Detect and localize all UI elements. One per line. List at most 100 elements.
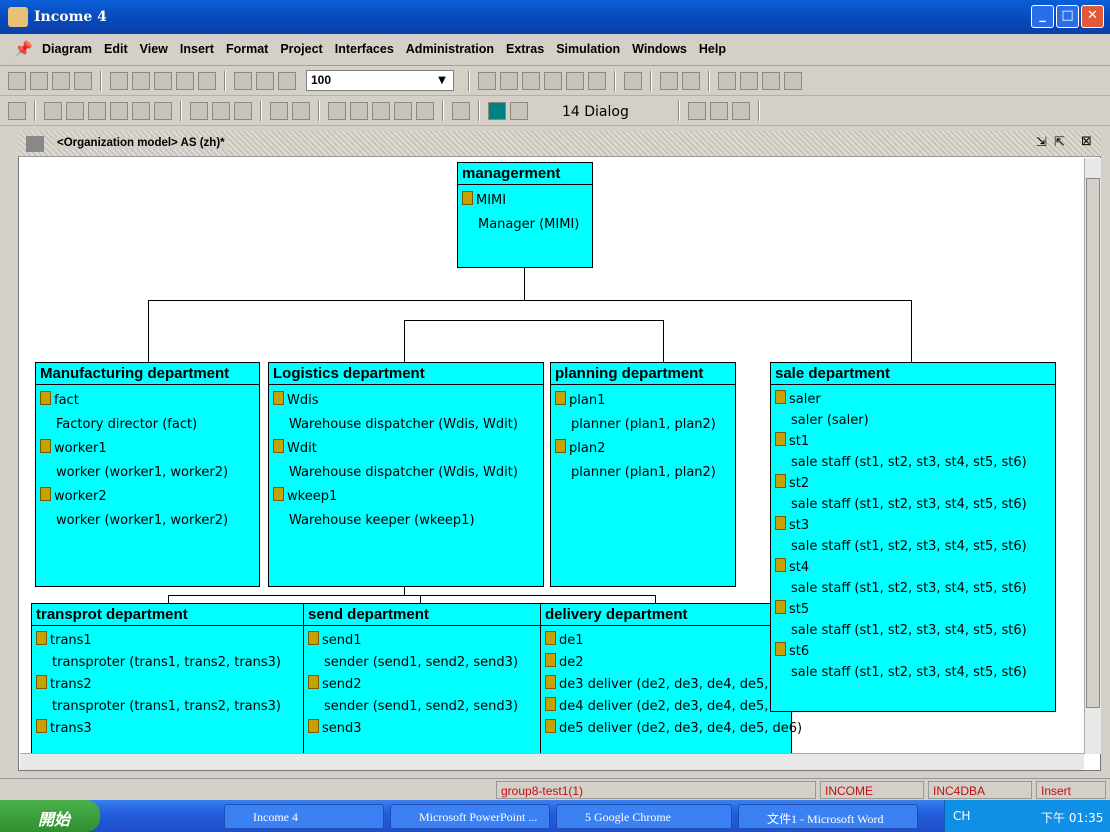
connector-branch-icon[interactable] xyxy=(212,102,230,120)
language-indicator[interactable]: CH xyxy=(953,809,970,823)
status-user: INC4DBA xyxy=(928,781,1032,799)
hierarchy-icon[interactable] xyxy=(718,72,736,90)
menu-administration[interactable]: Administration xyxy=(406,42,494,56)
list-icon[interactable] xyxy=(416,102,434,120)
align-top-icon[interactable] xyxy=(544,72,562,90)
line-thick-icon[interactable] xyxy=(732,102,750,120)
rectangle-icon[interactable] xyxy=(44,102,62,120)
zoom-fit-icon[interactable] xyxy=(278,72,296,90)
align-right-icon[interactable] xyxy=(522,72,540,90)
grid-icon[interactable] xyxy=(682,72,700,90)
menu-help[interactable]: Help xyxy=(699,42,726,56)
image-icon[interactable] xyxy=(154,102,172,120)
line-solid-icon[interactable] xyxy=(688,102,706,120)
menu-view[interactable]: View xyxy=(140,42,168,56)
flow-icon[interactable] xyxy=(350,102,368,120)
menu-interfaces[interactable]: Interfaces xyxy=(335,42,394,56)
person-id: de4 xyxy=(559,699,584,714)
zoom-in-icon[interactable] xyxy=(234,72,252,90)
unit-transprot[interactable]: transprot department trans1 transproter … xyxy=(31,603,305,753)
person-worker2: worker2 xyxy=(40,485,255,509)
align-bottom-icon[interactable] xyxy=(588,72,606,90)
format-painter-icon[interactable] xyxy=(198,72,216,90)
zoom-dropdown-icon[interactable]: ▼ xyxy=(432,71,452,90)
menu-project[interactable]: Project xyxy=(280,42,322,56)
help-icon[interactable] xyxy=(784,72,802,90)
dialog-label[interactable]: 14 Dialog xyxy=(562,104,629,120)
menu-format[interactable]: Format xyxy=(226,42,268,56)
flow3-icon[interactable] xyxy=(394,102,412,120)
layout-icon[interactable] xyxy=(624,72,642,90)
task-word[interactable]: 文件1 - Microsoft Word xyxy=(738,804,918,829)
status-mode: Insert xyxy=(1036,781,1106,799)
line-step-icon[interactable] xyxy=(710,102,728,120)
unit-logistics[interactable]: Logistics department Wdis Warehouse disp… xyxy=(268,362,544,587)
menu-insert[interactable]: Insert xyxy=(180,42,214,56)
task-income4[interactable]: Income 4 xyxy=(224,804,384,829)
connector-icon[interactable] xyxy=(190,102,208,120)
unit-delivery[interactable]: delivery department de1 de2 de3 deliver … xyxy=(540,603,802,753)
minimize-button[interactable]: _ xyxy=(1031,5,1054,28)
unit-send[interactable]: send department send1 sender (send1, sen… xyxy=(303,603,542,753)
unit-sale[interactable]: sale department saler saler (saler) st1 … xyxy=(770,362,1056,712)
unit-planning[interactable]: planning department plan1 planner (plan1… xyxy=(550,362,736,587)
flow2-icon[interactable] xyxy=(372,102,390,120)
ellipse-icon[interactable] xyxy=(66,102,84,120)
menu-diagram[interactable]: Diagram xyxy=(42,42,92,56)
route-icon[interactable] xyxy=(452,102,470,120)
cut-icon[interactable] xyxy=(132,72,150,90)
scroll-thumb[interactable] xyxy=(1086,178,1100,708)
link-icon[interactable] xyxy=(740,72,758,90)
polyline-icon[interactable] xyxy=(88,102,106,120)
connector-line xyxy=(420,595,421,603)
save-icon[interactable] xyxy=(30,72,48,90)
text-icon[interactable] xyxy=(132,102,150,120)
close-doc-icon[interactable]: ⊠ xyxy=(1081,134,1092,149)
align-left-icon[interactable] xyxy=(478,72,496,90)
align-center-icon[interactable] xyxy=(500,72,518,90)
unit-manufacturing[interactable]: Manufacturing department fact Factory di… xyxy=(35,362,260,587)
globe-icon[interactable] xyxy=(762,72,780,90)
unit-managerment[interactable]: managerment MIMI Manager (MIMI) xyxy=(457,162,593,268)
copy-icon[interactable] xyxy=(154,72,172,90)
org-link-icon[interactable] xyxy=(292,102,310,120)
task-powerpoint[interactable]: Microsoft PowerPoint ... xyxy=(390,804,550,829)
undo-icon[interactable] xyxy=(110,72,128,90)
role-label: sale staff (st1, st2, st3, st4, st5, st6… xyxy=(791,539,1027,554)
diagram-canvas[interactable]: managerment MIMI Manager (MIMI) Manufact… xyxy=(20,158,1084,753)
person-id: de3 xyxy=(559,677,584,692)
pointer-icon[interactable] xyxy=(8,102,26,120)
task-chrome[interactable]: 5 Google Chrome xyxy=(556,804,732,829)
start-button[interactable]: 開始 xyxy=(0,800,100,832)
role-label: sale staff (st1, st2, st3, st4, st5, st6… xyxy=(791,623,1027,638)
menu-windows[interactable]: Windows xyxy=(632,42,687,56)
maximize-button[interactable]: □ xyxy=(1056,5,1079,28)
restore-icon[interactable]: ⇲ xyxy=(1036,135,1047,150)
tree-icon[interactable] xyxy=(660,72,678,90)
person-mimi: MIMI xyxy=(462,189,588,213)
frame-icon[interactable] xyxy=(270,102,288,120)
menu-simulation[interactable]: Simulation xyxy=(556,42,620,56)
fill-color-icon[interactable] xyxy=(488,102,506,120)
menu-edit[interactable]: Edit xyxy=(104,42,128,56)
align-middle-icon[interactable] xyxy=(566,72,584,90)
print-icon[interactable] xyxy=(52,72,70,90)
menu-extras[interactable]: Extras xyxy=(506,42,544,56)
role-label: sale staff (st1, st2, st3, st4, st5, st6… xyxy=(791,581,1027,596)
unit-title: planning department xyxy=(551,363,735,385)
pin-icon[interactable]: 📌 xyxy=(14,40,33,58)
preview-icon[interactable] xyxy=(74,72,92,90)
vertical-scrollbar[interactable] xyxy=(1084,158,1101,754)
paste-icon[interactable] xyxy=(176,72,194,90)
close-button[interactable]: ✕ xyxy=(1081,5,1104,28)
arrow-icon[interactable] xyxy=(234,102,252,120)
palette-icon[interactable] xyxy=(510,102,528,120)
object-icon[interactable] xyxy=(328,102,346,120)
zoom-out-icon[interactable] xyxy=(256,72,274,90)
open-icon[interactable] xyxy=(8,72,26,90)
person-wdit: Wdit xyxy=(273,437,539,461)
separator xyxy=(758,101,760,121)
polygon-icon[interactable] xyxy=(110,102,128,120)
horizontal-scrollbar[interactable] xyxy=(20,753,1084,770)
maximize-icon[interactable]: ⇱ xyxy=(1054,135,1065,150)
